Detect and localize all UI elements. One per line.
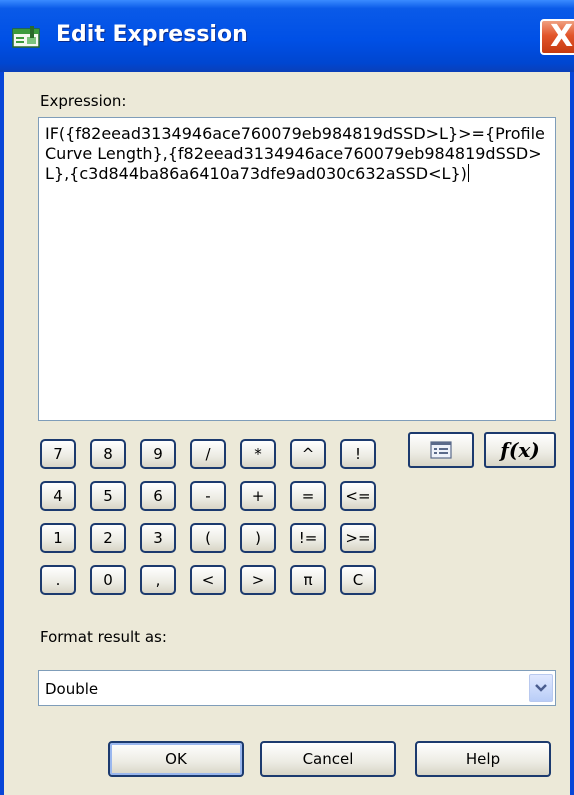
function-icon: f(x) xyxy=(500,438,540,462)
key-factorial[interactable]: ! xyxy=(340,439,376,469)
insert-property-button[interactable] xyxy=(408,432,474,468)
key-3[interactable]: 3 xyxy=(140,523,176,553)
cancel-button[interactable]: Cancel xyxy=(260,741,396,777)
close-icon: X xyxy=(550,19,574,54)
edit-expression-dialog: Edit Expression X Expression: IF({f82eea… xyxy=(0,0,574,795)
window-icon xyxy=(12,26,40,48)
key-not-equal[interactable]: != xyxy=(290,523,326,553)
expression-text: IF({f82eead3134946ace760079eb984819dSSD>… xyxy=(45,124,550,183)
key-equals[interactable]: = xyxy=(290,481,326,511)
key-2[interactable]: 2 xyxy=(90,523,126,553)
key-6[interactable]: 6 xyxy=(140,481,176,511)
key-minus[interactable]: - xyxy=(190,481,226,511)
window-frame-left xyxy=(0,72,4,795)
key-less-equal[interactable]: <= xyxy=(340,481,376,511)
format-select[interactable]: Double xyxy=(38,670,556,706)
key-plus[interactable]: + xyxy=(240,481,276,511)
key-7[interactable]: 7 xyxy=(40,439,76,469)
key-divide[interactable]: / xyxy=(190,439,226,469)
text-caret xyxy=(467,164,469,182)
key-greater-equal[interactable]: >= xyxy=(340,523,376,553)
close-button[interactable]: X xyxy=(540,19,574,55)
key-pi[interactable]: π xyxy=(290,565,326,595)
format-selected-value: Double xyxy=(45,680,99,698)
key-5[interactable]: 5 xyxy=(90,481,126,511)
key-9[interactable]: 9 xyxy=(140,439,176,469)
help-button[interactable]: Help xyxy=(415,741,551,777)
insert-function-button[interactable]: f(x) xyxy=(484,432,556,468)
key-8[interactable]: 8 xyxy=(90,439,126,469)
list-icon xyxy=(430,441,452,459)
key-0[interactable]: 0 xyxy=(90,565,126,595)
key-power[interactable]: ^ xyxy=(290,439,326,469)
window-title: Edit Expression xyxy=(56,22,248,47)
key-greater-than[interactable]: > xyxy=(240,565,276,595)
dropdown-button[interactable] xyxy=(529,674,553,702)
key-less-than[interactable]: < xyxy=(190,565,226,595)
title-bar[interactable]: Edit Expression X xyxy=(0,0,574,72)
key-4[interactable]: 4 xyxy=(40,481,76,511)
key-decimal[interactable]: . xyxy=(40,565,76,595)
ok-button[interactable]: OK xyxy=(108,741,244,777)
key-clear[interactable]: C xyxy=(340,565,376,595)
expression-label: Expression: xyxy=(40,92,127,110)
key-multiply[interactable]: * xyxy=(240,439,276,469)
format-label: Format result as: xyxy=(40,628,167,646)
key-open-paren[interactable]: ( xyxy=(190,523,226,553)
key-comma[interactable]: , xyxy=(140,565,176,595)
window-frame-right xyxy=(570,72,574,795)
expression-textarea[interactable]: IF({f82eead3134946ace760079eb984819dSSD>… xyxy=(38,117,556,421)
chevron-down-icon xyxy=(535,684,547,692)
key-close-paren[interactable]: ) xyxy=(240,523,276,553)
key-1[interactable]: 1 xyxy=(40,523,76,553)
